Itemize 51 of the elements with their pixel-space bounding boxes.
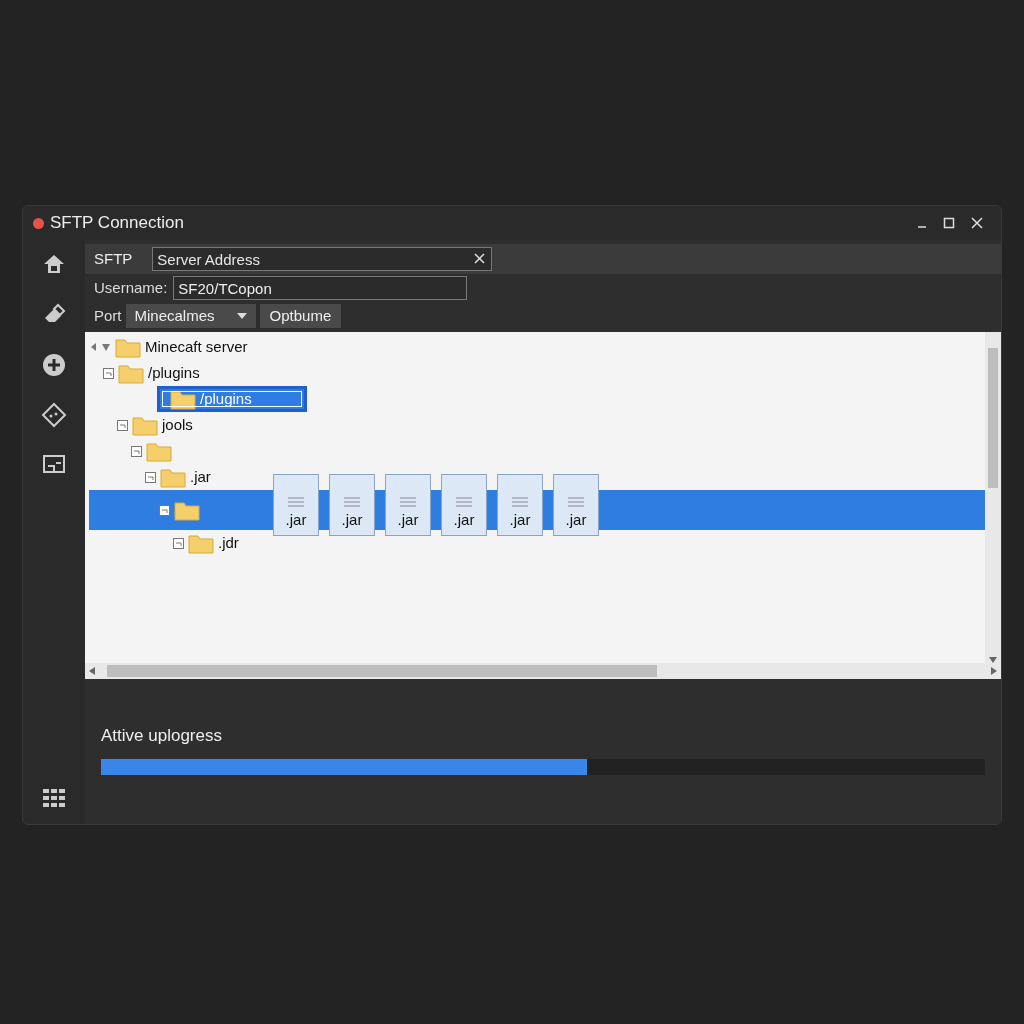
progress-label: Attive uplogress <box>101 725 223 747</box>
tree-label: Minecaft server <box>145 336 248 357</box>
folder-icon <box>188 532 214 554</box>
option-button[interactable]: Optbume <box>259 304 342 328</box>
folder-icon <box>160 466 186 488</box>
folder-icon <box>174 499 200 521</box>
file-icon[interactable]: .jar <box>441 474 487 536</box>
scroll-left-icon[interactable] <box>89 667 95 675</box>
server-address-field[interactable]: Server Address <box>152 247 493 271</box>
tree-row[interactable]: Minecaft server <box>89 334 985 360</box>
node-icon <box>145 471 156 483</box>
vertical-scrollbar[interactable] <box>985 332 1001 663</box>
collapse-icon[interactable] <box>89 341 111 353</box>
tree-label: jools <box>162 414 193 435</box>
scroll-right-icon[interactable] <box>991 667 997 675</box>
add-icon[interactable] <box>41 352 67 378</box>
node-icon <box>117 419 128 431</box>
file-icon[interactable]: .jar <box>553 474 599 536</box>
node-icon <box>103 367 114 379</box>
folder-icon <box>132 414 158 436</box>
username-label: Username: <box>94 277 168 298</box>
status-dot-icon <box>33 217 44 229</box>
tree-label: /plugins <box>148 362 200 383</box>
maximize-icon <box>943 217 955 229</box>
folder-icon <box>146 440 172 462</box>
tree-label: .jdr <box>218 532 239 553</box>
port-label: Port <box>94 305 122 326</box>
tree-row[interactable]: /plugins <box>157 386 307 412</box>
window-title: SFTP Connection <box>50 212 184 235</box>
port-dropdown[interactable]: Minecalmes <box>125 304 256 328</box>
folder-icon <box>118 362 144 384</box>
file-icon[interactable]: .jar <box>385 474 431 536</box>
tree-label: .jar <box>190 466 211 487</box>
minimize-icon <box>917 226 927 228</box>
tree-row[interactable]: /plugins <box>89 360 985 386</box>
file-icon[interactable]: .jar <box>329 474 375 536</box>
file-icon[interactable]: .jar <box>497 474 543 536</box>
node-icon <box>131 445 142 457</box>
node-icon <box>173 537 184 549</box>
node-icon <box>159 504 170 516</box>
close-icon <box>971 217 983 229</box>
tree-row[interactable]: jools <box>89 412 985 438</box>
protocol-label: SFTP <box>94 248 133 269</box>
file-icon[interactable]: .jar <box>273 474 319 536</box>
caret-icon <box>236 313 247 319</box>
clear-icon[interactable] <box>474 253 486 264</box>
folder-icon <box>115 336 141 358</box>
horizontal-scrollbar[interactable] <box>85 663 1001 679</box>
diamond-icon[interactable] <box>41 402 67 428</box>
tree-label: /plugins <box>200 388 252 409</box>
username-field[interactable]: SF20/TCopon <box>173 276 468 300</box>
